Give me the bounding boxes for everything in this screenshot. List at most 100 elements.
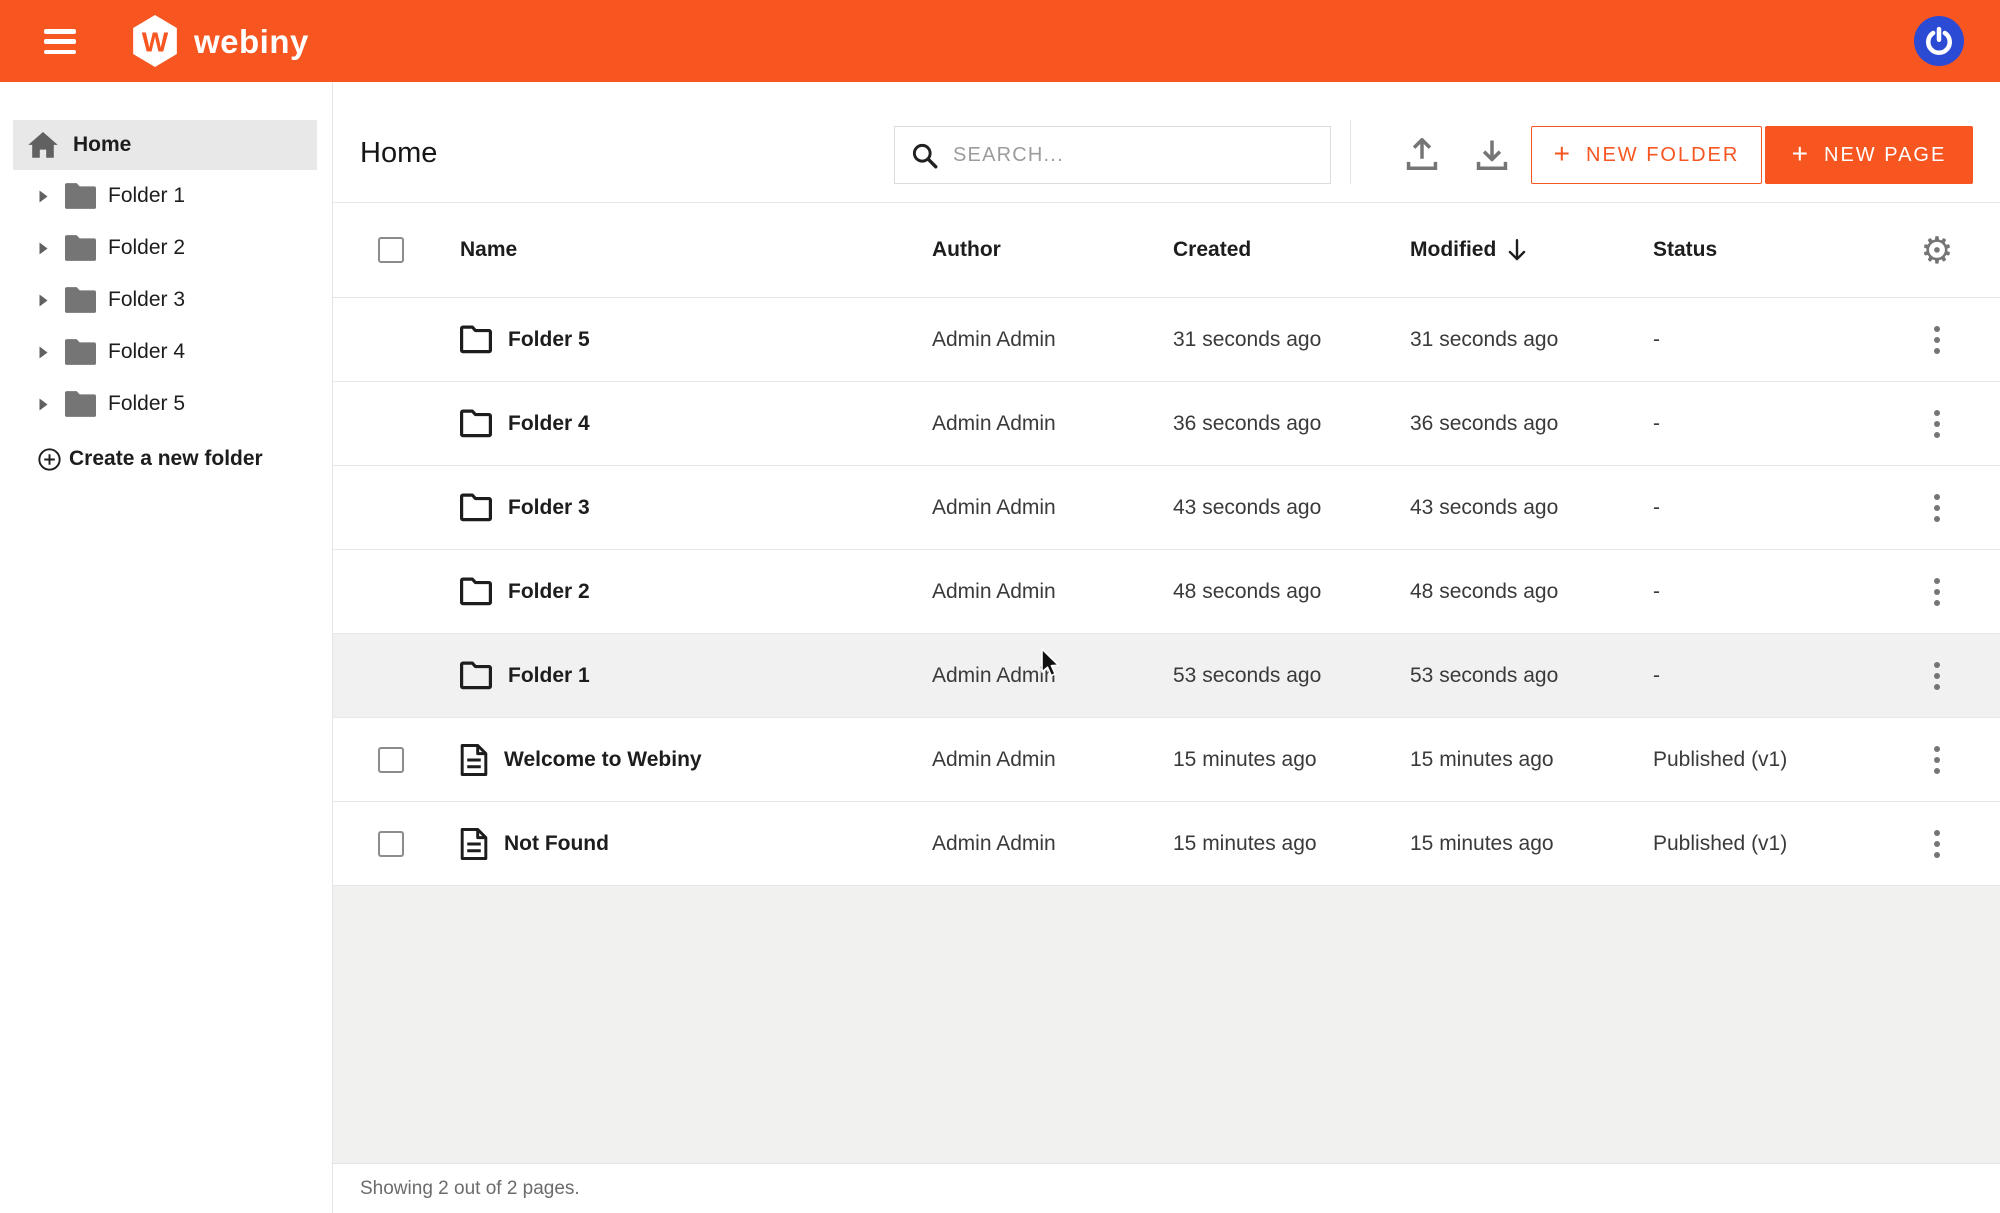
sidebar-item-folder-3[interactable]: Folder 3 — [0, 274, 332, 326]
search-box[interactable] — [894, 126, 1331, 184]
folder-icon — [65, 391, 96, 417]
tree-folder-label: Folder 5 — [108, 392, 185, 416]
export-button[interactable] — [1473, 135, 1511, 173]
row-name-cell[interactable]: Not Found — [460, 828, 932, 860]
row-name: Folder 2 — [508, 580, 590, 604]
row-status: - — [1653, 580, 1905, 604]
kebab-menu-icon[interactable] — [1926, 826, 1948, 862]
new-page-label: NEW PAGE — [1824, 144, 1946, 167]
column-header-modified[interactable]: Modified — [1410, 238, 1653, 262]
caret-right-icon[interactable] — [39, 346, 48, 359]
table-row-folder-4[interactable]: Folder 4 Admin Admin 36 seconds ago 36 s… — [333, 382, 2000, 466]
logo-letter: W — [142, 26, 169, 57]
caret-right-icon[interactable] — [39, 242, 48, 255]
sidebar-item-home[interactable]: Home — [13, 120, 317, 170]
row-name: Folder 5 — [508, 328, 590, 352]
sidebar-home-label: Home — [73, 133, 131, 157]
search-input[interactable] — [953, 144, 1314, 167]
row-author: Admin Admin — [932, 496, 1173, 520]
row-name: Folder 1 — [508, 664, 590, 688]
table-row-folder-2[interactable]: Folder 2 Admin Admin 48 seconds ago 48 s… — [333, 550, 2000, 634]
folder-tree: Folder 1 Folder 2 Folder 3 Folder 4 Fold — [0, 170, 332, 430]
row-modified: 48 seconds ago — [1410, 580, 1653, 604]
power-icon — [1924, 26, 1954, 56]
table-row-folder-1[interactable]: Folder 1 Admin Admin 53 seconds ago 53 s… — [333, 634, 2000, 718]
row-name: Welcome to Webiny — [504, 748, 702, 772]
user-avatar[interactable] — [1914, 16, 1964, 66]
row-modified: 31 seconds ago — [1410, 328, 1653, 352]
row-modified: 43 seconds ago — [1410, 496, 1653, 520]
row-name-cell[interactable]: Folder 5 — [460, 325, 932, 354]
webiny-logo[interactable]: W webiny — [131, 15, 309, 67]
row-created: 53 seconds ago — [1173, 664, 1410, 688]
caret-right-icon[interactable] — [39, 190, 48, 203]
row-name-cell[interactable]: Folder 4 — [460, 409, 932, 438]
import-button[interactable] — [1403, 135, 1441, 173]
row-status: - — [1653, 412, 1905, 436]
pagination-status-text: Showing 2 out of 2 pages. — [360, 1178, 580, 1200]
kebab-menu-icon[interactable] — [1926, 658, 1948, 694]
folder-icon — [460, 493, 492, 522]
new-folder-button[interactable]: + NEW FOLDER — [1531, 126, 1762, 184]
row-checkbox[interactable] — [378, 747, 404, 773]
sidebar-item-folder-2[interactable]: Folder 2 — [0, 222, 332, 274]
webiny-admin-app: W webiny Home Folder 1 Folder 2 — [0, 0, 2000, 1213]
folder-icon — [65, 339, 96, 365]
tree-folder-label: Folder 2 — [108, 236, 185, 260]
hamburger-menu-icon[interactable] — [44, 29, 76, 54]
kebab-menu-icon[interactable] — [1926, 574, 1948, 610]
table-row-folder-3[interactable]: Folder 3 Admin Admin 43 seconds ago 43 s… — [333, 466, 2000, 550]
column-header-name[interactable]: Name — [460, 238, 932, 262]
kebab-menu-icon[interactable] — [1926, 322, 1948, 358]
sidebar-item-folder-1[interactable]: Folder 1 — [0, 170, 332, 222]
row-name: Folder 4 — [508, 412, 590, 436]
folder-icon — [460, 409, 492, 438]
table-row-page-not-found[interactable]: Not Found Admin Admin 15 minutes ago 15 … — [333, 802, 2000, 886]
caret-right-icon[interactable] — [39, 294, 48, 307]
row-modified: 53 seconds ago — [1410, 664, 1653, 688]
row-name-cell[interactable]: Welcome to Webiny — [460, 744, 932, 776]
upload-icon — [1403, 135, 1441, 173]
folder-icon — [65, 235, 96, 261]
row-created: 31 seconds ago — [1173, 328, 1410, 352]
folder-icon — [460, 325, 492, 354]
column-header-author[interactable]: Author — [932, 238, 1173, 262]
row-created: 15 minutes ago — [1173, 832, 1410, 856]
new-page-button[interactable]: + NEW PAGE — [1765, 126, 1973, 184]
row-created: 36 seconds ago — [1173, 412, 1410, 436]
brand-name: webiny — [194, 23, 309, 61]
select-all-checkbox[interactable] — [378, 237, 404, 263]
page-document-icon — [460, 744, 488, 776]
row-name-cell[interactable]: Folder 1 — [460, 661, 932, 690]
caret-right-icon[interactable] — [39, 398, 48, 411]
row-created: 43 seconds ago — [1173, 496, 1410, 520]
table-row-folder-5[interactable]: Folder 5 Admin Admin 31 seconds ago 31 s… — [333, 298, 2000, 382]
tree-folder-label: Folder 1 — [108, 184, 185, 208]
kebab-menu-icon[interactable] — [1926, 742, 1948, 778]
create-new-folder-button[interactable]: Create a new folder — [38, 447, 263, 471]
row-modified: 15 minutes ago — [1410, 832, 1653, 856]
column-header-status[interactable]: Status — [1653, 238, 1905, 262]
row-author: Admin Admin — [932, 748, 1173, 772]
row-name-cell[interactable]: Folder 3 — [460, 493, 932, 522]
row-status: - — [1653, 328, 1905, 352]
sidebar-item-folder-5[interactable]: Folder 5 — [0, 378, 332, 430]
sidebar-item-folder-4[interactable]: Folder 4 — [0, 326, 332, 378]
folder-sidebar: Home Folder 1 Folder 2 Folder 3 Folde — [0, 82, 333, 1213]
toolbar-divider — [1350, 120, 1351, 184]
kebab-menu-icon[interactable] — [1926, 406, 1948, 442]
row-author: Admin Admin — [932, 328, 1173, 352]
row-name-cell[interactable]: Folder 2 — [460, 577, 932, 606]
table-settings-gear-icon[interactable]: ⚙ — [1905, 232, 1969, 269]
main-content: Home + NEW FOLDER + NEW PAGE — [333, 82, 2000, 1213]
kebab-menu-icon[interactable] — [1926, 490, 1948, 526]
sort-descending-icon — [1506, 238, 1528, 262]
table-row-page-welcome[interactable]: Welcome to Webiny Admin Admin 15 minutes… — [333, 718, 2000, 802]
column-header-created[interactable]: Created — [1173, 238, 1410, 262]
download-icon — [1473, 135, 1511, 173]
row-created: 15 minutes ago — [1173, 748, 1410, 772]
row-checkbox[interactable] — [378, 831, 404, 857]
table-body: Folder 5 Admin Admin 31 seconds ago 31 s… — [333, 298, 2000, 886]
tree-folder-label: Folder 4 — [108, 340, 185, 364]
plus-icon: + — [1792, 138, 1810, 170]
